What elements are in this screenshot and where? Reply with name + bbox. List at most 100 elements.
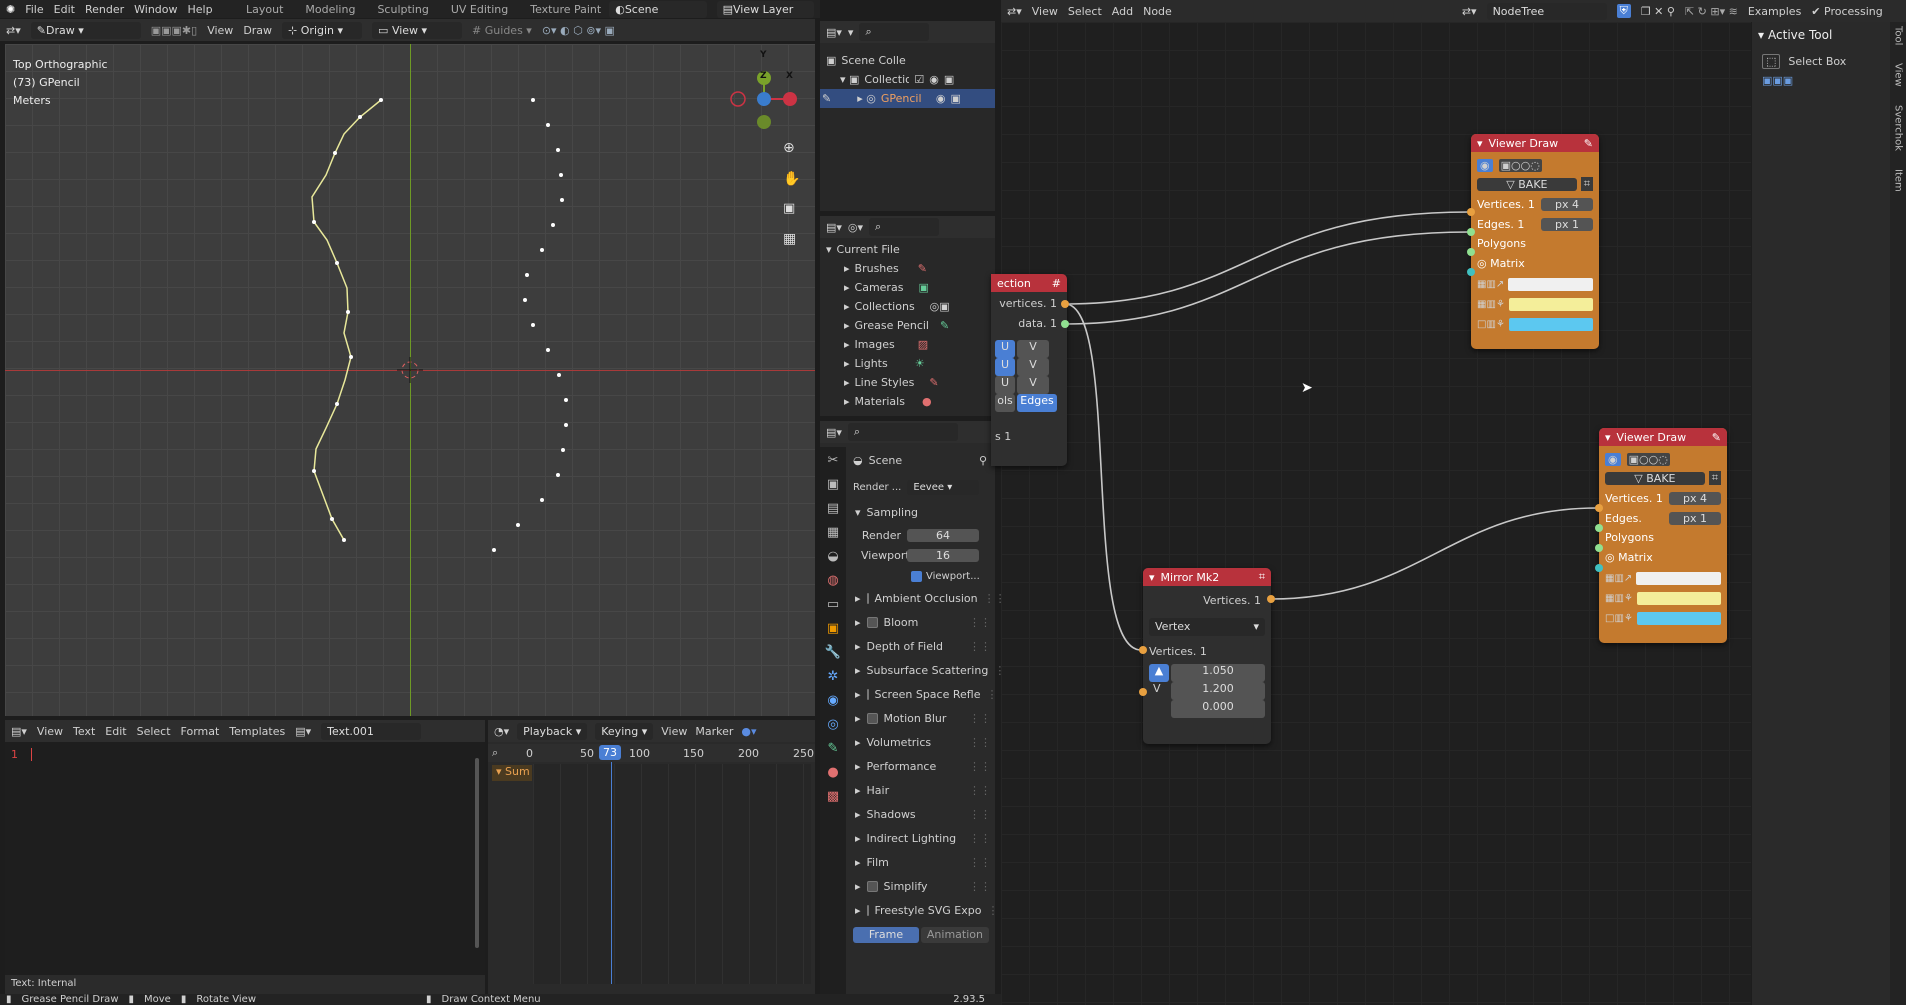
panel-enable-checkbox[interactable] [866,689,869,700]
search-icon[interactable]: ⌕ [492,746,498,760]
camera-icon[interactable]: ▣ [950,92,960,105]
panel-header[interactable]: ▸ Hair ⋮⋮ [847,779,995,803]
menu-render[interactable]: Render [85,3,124,16]
viewport-menu-view[interactable]: View [207,24,233,37]
examples-menu[interactable]: Examples [1748,5,1801,18]
text-area[interactable]: 1 [5,744,475,974]
material-icon[interactable]: ● [827,765,838,780]
timeline-menu-marker[interactable]: Marker [695,725,733,738]
workspace-tab-modeling[interactable]: Modeling [299,1,361,18]
panel-header[interactable]: ▸ Ambient Occlusion ⋮⋮ [847,587,1006,611]
display-mode-icons[interactable]: ▣○○◌ [1626,452,1670,466]
workspace-tab-texture-paint[interactable]: Texture Paint [524,1,607,18]
overlay-icons[interactable]: ⊙▾ ◐ ⬡ ⊚▾ ▣ [542,24,615,37]
footer-tab-frame[interactable]: Frame [853,927,919,943]
camera-icon[interactable]: ▣ [944,73,954,86]
u-toggle[interactable]: U [995,376,1015,394]
data-item[interactable]: ▸ Brushes ✎ [820,259,995,278]
mode-select[interactable]: ✎ Draw ▾ [30,21,141,39]
editor-type-icon[interactable]: ⇄▾ [6,24,21,37]
menu-window[interactable]: Window [134,3,177,16]
bake-button[interactable]: ▽ BAKE [1477,177,1577,191]
sidebar-tab-item[interactable]: Item [1893,165,1904,196]
panel-header[interactable]: ▸ Indirect Lighting ⋮⋮ [847,827,995,851]
outliner-type-icon[interactable]: ▤▾ [826,26,842,39]
processing-checkbox[interactable]: ✔ Processing [1811,5,1882,18]
workspace-tab-layout[interactable]: Layout [240,1,289,18]
timeline-track-area[interactable] [533,764,811,984]
sidebar-tab-tool[interactable]: Tool [1893,22,1904,49]
view-layer-selector[interactable]: ▤ View Layer [716,0,814,18]
node-tree-type-icon[interactable]: ⇄▾ [1462,5,1477,18]
vertex-size-field[interactable]: px 4 [1541,197,1593,211]
v-toggle[interactable]: V [1017,340,1049,358]
zoom-icon[interactable]: ⊕ [783,140,795,156]
sidebar-tab-sverchok[interactable]: Sverchok [1893,101,1904,155]
drag-handle-icon[interactable]: ⋮⋮ [969,712,991,725]
drag-handle-icon[interactable]: ⋮⋮ [969,832,991,845]
data-item[interactable]: ▸ Collections ◎▣ [820,297,995,316]
display-mode-icons[interactable]: ▣○○◌ [1498,158,1542,172]
timeline-menu-view[interactable]: View [661,725,687,738]
panel-enable-checkbox[interactable] [866,713,878,724]
text-menu-edit[interactable]: Edit [105,725,126,738]
3d-viewport[interactable]: Top Orthographic (73) GPencil Meters Y Z… [5,44,815,716]
camera-icon[interactable]: ▣ [783,201,795,216]
panel-header[interactable]: ▸ Freestyle SVG Expo ⋮⋮ [847,899,1009,923]
menu-file[interactable]: File [25,3,43,16]
data-item[interactable]: ▸ Cameras ▣ [820,278,995,297]
record-icon[interactable]: ●▾ [741,725,756,738]
physics-icon[interactable]: ◉ [827,693,838,708]
text-block-icon[interactable]: ▤▾ [295,725,311,738]
eye-icon[interactable]: ◉ [1605,452,1621,466]
data-item[interactable]: ▸ Images ▨ [820,335,995,354]
socket-viewer1-vertices[interactable] [1467,208,1475,216]
workspace-tab-sculpting[interactable]: Sculpting [371,1,434,18]
viewer-draw-node-1[interactable]: ▾ Viewer Draw ✎ ◉ ▣○○◌ ▽ BAKE ⌗ Vertices. 1p… [1471,134,1599,349]
text-menu-templates[interactable]: Templates [229,725,285,738]
output-icon[interactable]: ▤ [827,501,839,516]
u-toggle[interactable]: U [995,358,1015,376]
tree-actions-icons[interactable]: ❐ ✕ ⚲ [1641,5,1675,18]
drag-handle-icon[interactable]: ⋮⋮ [969,808,991,821]
data-browser-search[interactable]: ⌕ [869,218,940,236]
select-mode-icons[interactable]: ▣▣▣ [1752,74,1890,87]
vertex-color-swatch[interactable] [1636,571,1721,585]
value-field-2[interactable]: 1.200 [1171,682,1265,700]
socket-viewer1-edges[interactable] [1467,228,1475,236]
collection-icon[interactable]: ▭ [827,597,839,612]
gizmo-x-label[interactable]: X [786,71,793,81]
outliner-row-collection[interactable]: ▾ ▣Collection☑◉▣ [820,70,995,89]
panel-enable-checkbox[interactable] [866,617,878,628]
value-field-1[interactable]: 1.050 [1171,664,1265,682]
vertex-color-icons[interactable]: ▦▥↗ [1605,573,1632,584]
select-box-icon[interactable]: ⬚ [1762,53,1781,69]
panel-header[interactable]: ▸ Bloom ⋮⋮ [847,611,995,635]
guides-toggle[interactable]: # Guides ▾ [472,24,532,37]
sampling-panel-header[interactable]: ▾ Sampling [847,501,995,525]
render-samples-field[interactable]: 64 [907,528,979,542]
menu-edit[interactable]: Edit [54,3,75,16]
modifier-icon[interactable]: 🔧 [825,645,841,660]
eye-icon[interactable]: ◉ [1477,158,1493,172]
panel-enable-checkbox[interactable] [866,593,869,604]
grid-icon[interactable]: ▦ [783,231,796,247]
face-color-swatch[interactable] [1636,611,1721,625]
bake-extra-icon[interactable]: ⌗ [1708,471,1721,485]
value-field-3[interactable]: 0.000 [1171,700,1265,718]
blender-logo-icon[interactable]: ✺ [6,3,15,16]
text-scrollbar[interactable] [475,758,479,948]
outliner-row-scene-collection[interactable]: ▣ Scene Collection [820,51,995,70]
panel-header[interactable]: ▸Subsurface Scattering⋮⋮ [847,659,1016,683]
socket-data-out[interactable] [1061,320,1069,328]
current-file-row[interactable]: ▾ Current File [820,240,995,259]
panel-header[interactable]: ▸ Shadows ⋮⋮ [847,803,995,827]
drag-handle-icon[interactable]: ⋮⋮ [969,640,991,653]
drag-handle-icon[interactable]: ⋮⋮ [969,856,991,869]
socket-viewer2-matrix[interactable] [1595,564,1603,572]
scene-icon[interactable]: ◒ [827,549,838,564]
footer-tab-animation[interactable]: Animation [920,927,989,943]
view-layer-icon[interactable]: ▦ [827,525,839,540]
text-menu-view[interactable]: View [37,725,63,738]
fake-user-shield-icon[interactable]: ⛨ [1616,4,1631,18]
